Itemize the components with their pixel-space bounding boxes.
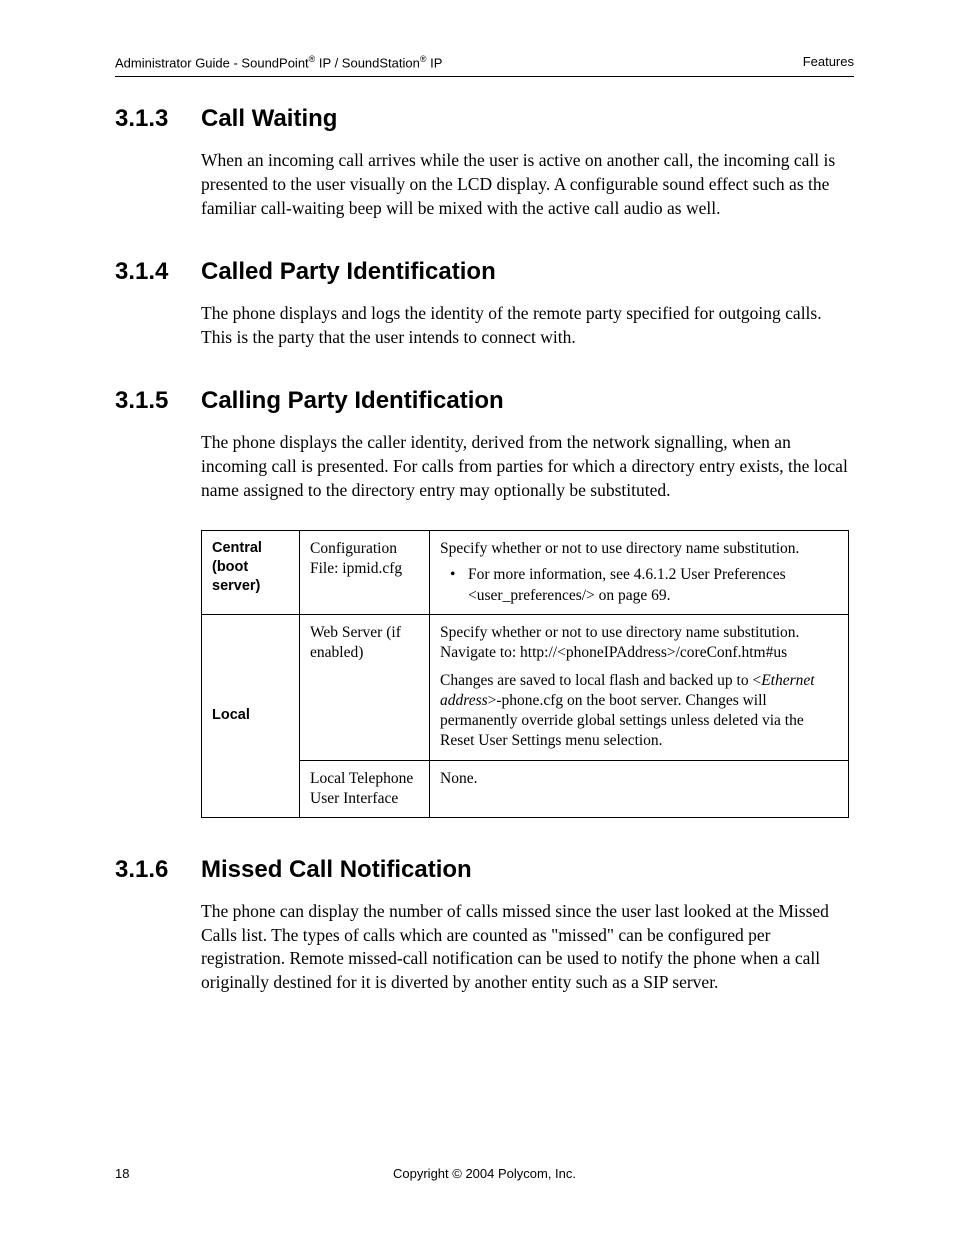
page-number: 18	[115, 1166, 129, 1181]
table-cell-mid: Local Telephone User Interface	[300, 760, 430, 817]
header-left: Administrator Guide - SoundPoint ® IP / S…	[115, 54, 442, 70]
table-cell-desc: None.	[430, 760, 849, 817]
text-part: Changes are saved to local flash and bac…	[440, 672, 761, 689]
table-cell-mid: Configuration File: ipmid.cfg	[300, 531, 430, 614]
section-body: The phone displays the caller identity, …	[201, 431, 854, 502]
header-rule	[115, 76, 854, 77]
table-row: Local Web Server (if enabled) Specify wh…	[202, 614, 849, 760]
section-title: Called Party Identification	[201, 258, 496, 286]
section-title: Missed Call Notification	[201, 856, 472, 884]
section-title: Call Waiting	[201, 105, 337, 133]
section-3-1-5: 3.1.5 Calling Party Identification The p…	[115, 387, 854, 817]
section-heading: 3.1.3 Call Waiting	[115, 105, 854, 133]
section-body: The phone can display the number of call…	[201, 900, 854, 995]
bullet-list: For more information, see 4.6.1.2 User P…	[440, 565, 838, 605]
header-right: Features	[803, 54, 854, 70]
section-3-1-6: 3.1.6 Missed Call Notification The phone…	[115, 856, 854, 995]
table-row: Local Telephone User Interface None.	[202, 760, 849, 817]
text-part: >-phone.cfg on the boot server. Changes …	[440, 692, 804, 749]
section-title: Calling Party Identification	[201, 387, 504, 415]
section-heading: 3.1.5 Calling Party Identification	[115, 387, 854, 415]
table-row: Central (boot server) Configuration File…	[202, 531, 849, 614]
table-cell-mid: Web Server (if enabled)	[300, 614, 430, 760]
header-text-2: IP / SoundStation	[315, 55, 420, 70]
section-body: When an incoming call arrives while the …	[201, 149, 854, 220]
table-cell-label: Local	[202, 614, 300, 817]
section-number: 3.1.5	[115, 387, 185, 415]
section-number: 3.1.3	[115, 105, 185, 133]
section-body: The phone displays and logs the identity…	[201, 302, 854, 349]
section-3-1-4: 3.1.4 Called Party Identification The ph…	[115, 258, 854, 349]
page-header: Administrator Guide - SoundPoint ® IP / S…	[115, 54, 854, 70]
header-text-1: Administrator Guide - SoundPoint	[115, 55, 309, 70]
desc-line: Changes are saved to local flash and bac…	[440, 671, 838, 752]
section-number: 3.1.4	[115, 258, 185, 286]
desc-line: Specify whether or not to use directory …	[440, 623, 838, 663]
registered-mark-2: ®	[420, 54, 427, 64]
section-heading: 3.1.4 Called Party Identification	[115, 258, 854, 286]
table-cell-desc: Specify whether or not to use directory …	[430, 531, 849, 614]
header-text-3: IP	[427, 55, 443, 70]
copyright-text: Copyright © 2004 Polycom, Inc.	[115, 1166, 854, 1181]
page-footer: 18 Copyright © 2004 Polycom, Inc.	[115, 1166, 854, 1181]
section-number: 3.1.6	[115, 856, 185, 884]
table-cell-desc: Specify whether or not to use directory …	[430, 614, 849, 760]
bullet-item: For more information, see 4.6.1.2 User P…	[440, 565, 838, 605]
table-cell-label: Central (boot server)	[202, 531, 300, 614]
desc-line: Specify whether or not to use directory …	[440, 539, 838, 559]
section-3-1-3: 3.1.3 Call Waiting When an incoming call…	[115, 105, 854, 220]
section-heading: 3.1.6 Missed Call Notification	[115, 856, 854, 884]
config-table: Central (boot server) Configuration File…	[201, 530, 849, 818]
